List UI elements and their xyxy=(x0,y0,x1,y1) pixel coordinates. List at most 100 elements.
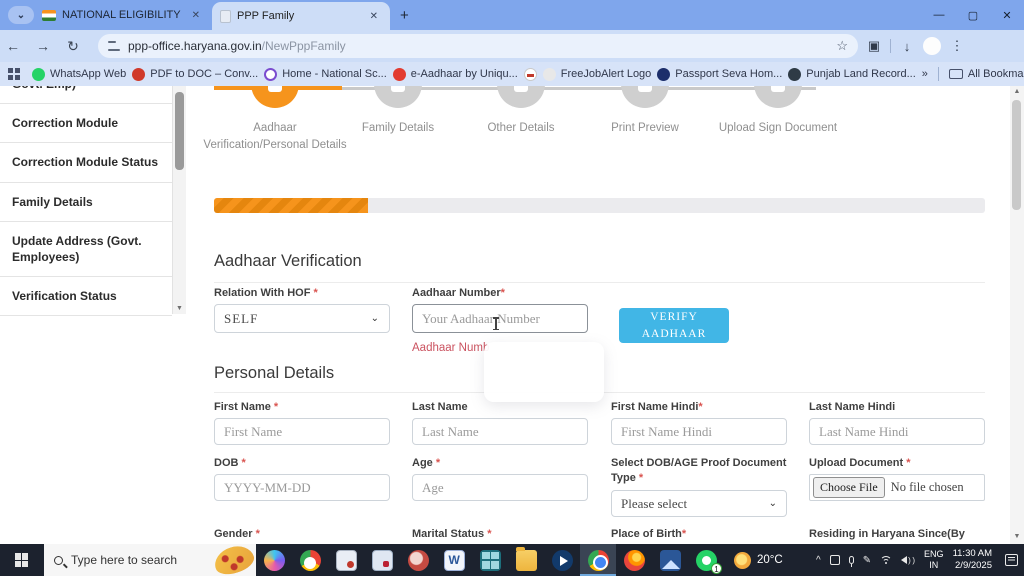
browser-tab-2-active[interactable]: PPP Family ✕ xyxy=(212,2,390,30)
folder-icon xyxy=(949,69,963,79)
taskbar-firefox[interactable] xyxy=(616,544,652,576)
pen-icon[interactable]: ✎ xyxy=(863,555,871,566)
volume-icon[interactable]: ) ) xyxy=(901,556,915,565)
bookmark-label: Home - National Sc... xyxy=(282,68,387,80)
tab-close-icon[interactable]: ✕ xyxy=(188,8,204,23)
taskbar-file-explorer[interactable] xyxy=(508,544,544,576)
windows-taskbar: Type here to search 1 20°C ^ ✎ ) ) ENG I… xyxy=(0,544,1024,576)
residing-haryana-label: Residing in Haryana Since(By xyxy=(809,527,1009,542)
bookmark-punjab-land[interactable]: Punjab Land Record... xyxy=(788,68,915,81)
tab-search-button[interactable]: ⌄ xyxy=(8,6,34,24)
age-input[interactable] xyxy=(412,474,588,501)
text-cursor-pointer xyxy=(495,317,497,330)
sidebar-item-family-details[interactable]: Family Details xyxy=(0,183,172,222)
taskbar-whatsapp[interactable]: 1 xyxy=(688,544,724,576)
virtual-desktop-icon[interactable] xyxy=(830,555,840,565)
language-indicator[interactable]: ENG IN xyxy=(924,549,944,571)
bookmark-eaadhaar[interactable]: e-Aadhaar by Uniqu... xyxy=(393,68,518,81)
taskbar-calculator[interactable] xyxy=(472,544,508,576)
doc-type-select[interactable]: Please select ⌄ xyxy=(611,490,787,517)
bookmark-label: Passport Seva Hom... xyxy=(675,68,782,80)
bookmark-freejobalert[interactable]: FreeJobAlert Logo xyxy=(543,68,652,81)
bookmark-passport-seva[interactable]: Passport Seva Hom... xyxy=(657,68,782,81)
scroll-up-icon[interactable]: ▲ xyxy=(1010,88,1024,95)
taskbar-window-app[interactable] xyxy=(364,544,400,576)
scholarship-icon xyxy=(264,68,277,81)
taskbar-paint[interactable] xyxy=(400,544,436,576)
bookmark-whatsapp[interactable]: WhatsApp Web xyxy=(32,68,126,81)
taskbar-word[interactable] xyxy=(436,544,472,576)
word-icon xyxy=(444,550,465,571)
sidebar-item-govt-emp[interactable]: Govt. Emp) xyxy=(0,86,172,104)
aadhaar-number-input[interactable] xyxy=(412,304,588,333)
start-button[interactable] xyxy=(0,544,44,576)
bookmarks-bar: WhatsApp Web PDF to DOC – Conv... Home -… xyxy=(0,62,1024,86)
all-bookmarks-button[interactable]: All Bookmarks xyxy=(949,68,1024,80)
taskbar-search[interactable]: Type here to search xyxy=(44,544,256,576)
close-button[interactable]: ✕ xyxy=(990,9,1024,22)
system-tray: ^ ✎ ) ) ENG IN 11:30 AM 2/9/2025 xyxy=(816,548,1024,572)
choose-file-button[interactable]: Choose File xyxy=(813,477,885,498)
microphone-icon[interactable] xyxy=(849,556,854,564)
taskbar-photos[interactable] xyxy=(652,544,688,576)
last-name-label: Last Name xyxy=(412,400,597,415)
reload-button[interactable]: ↻ xyxy=(60,38,86,55)
verify-aadhaar-button[interactable]: VERIFY AADHAAR xyxy=(619,308,729,343)
doc-type-label: Select DOB/AGE Proof Document Type * xyxy=(611,456,796,487)
new-tab-button[interactable]: + xyxy=(400,7,409,24)
tab-close-icon[interactable]: ✕ xyxy=(366,9,382,24)
step-upload-sign-document[interactable]: Upload Sign Document xyxy=(693,86,863,137)
forward-button[interactable]: → xyxy=(30,38,56,54)
first-name-hindi-input[interactable] xyxy=(611,418,787,445)
sidebar-scrollbar[interactable]: ▼ xyxy=(172,86,186,314)
address-bar[interactable]: ppp-office.haryana.gov.in/NewPppFamily ☆ xyxy=(98,34,858,58)
taskbar-chrome-active[interactable] xyxy=(580,544,616,576)
extensions-icon[interactable]: ▣ xyxy=(862,38,886,54)
search-placeholder: Type here to search xyxy=(71,553,177,567)
relation-with-hof-select[interactable]: SELF ⌄ xyxy=(214,304,390,333)
last-name-input[interactable] xyxy=(412,418,588,445)
page-scrollbar-thumb[interactable] xyxy=(1012,100,1021,210)
taskbar-media-player[interactable] xyxy=(544,544,580,576)
sidebar-item-verification-status[interactable]: Verification Status xyxy=(0,277,172,316)
marital-status-label: Marital Status * xyxy=(412,527,597,542)
minimize-button[interactable]: — xyxy=(922,9,956,21)
taskbar-chrome-pinned[interactable] xyxy=(292,544,328,576)
taskbar-weather[interactable]: 20°C xyxy=(724,552,793,569)
site-settings-icon[interactable] xyxy=(108,41,120,51)
taskbar-copilot[interactable] xyxy=(256,544,292,576)
profile-avatar[interactable] xyxy=(923,37,941,55)
apps-grid-icon[interactable] xyxy=(8,68,20,80)
sidebar-scrollbar-thumb[interactable] xyxy=(175,92,184,170)
page-scrollbar[interactable]: ▲ ▼ xyxy=(1010,86,1024,544)
taskbar-apps: 1 xyxy=(256,544,724,576)
sidebar-item-update-address[interactable]: Update Address (Govt. Employees) xyxy=(0,222,172,277)
bookmark-nsdl[interactable] xyxy=(524,68,537,81)
wifi-icon[interactable] xyxy=(880,556,892,565)
bookmark-label: WhatsApp Web xyxy=(50,68,126,80)
hidden-icons-chevron[interactable]: ^ xyxy=(816,555,821,566)
bookmarks-overflow-chevron[interactable]: » xyxy=(922,68,928,80)
bookmark-star-icon[interactable]: ☆ xyxy=(836,38,848,54)
step-circle xyxy=(374,86,422,108)
scroll-down-icon[interactable]: ▼ xyxy=(1010,533,1024,540)
bookmark-pdf-to-doc[interactable]: PDF to DOC – Conv... xyxy=(132,68,258,81)
media-player-icon xyxy=(552,550,573,571)
taskbar-snip-tool[interactable] xyxy=(328,544,364,576)
maximize-button[interactable]: ▢ xyxy=(956,9,990,22)
scroll-down-icon[interactable]: ▼ xyxy=(173,305,186,312)
menu-kebab-icon[interactable]: ⋮ xyxy=(945,38,969,54)
taskbar-clock[interactable]: 11:30 AM 2/9/2025 xyxy=(953,548,992,572)
temperature-text: 20°C xyxy=(757,554,783,566)
dob-input[interactable] xyxy=(214,474,390,501)
browser-tab-1[interactable]: NATIONAL ELIGIBILITY CUM EN ✕ xyxy=(34,1,212,29)
bookmark-national-scholarship[interactable]: Home - National Sc... xyxy=(264,68,387,81)
sidebar-item-correction-module[interactable]: Correction Module xyxy=(0,104,172,143)
downloads-icon[interactable]: ↓ xyxy=(895,39,919,54)
sidebar-item-correction-module-status[interactable]: Correction Module Status xyxy=(0,143,172,182)
news-weather-pizza-icon[interactable] xyxy=(211,541,257,576)
first-name-input[interactable] xyxy=(214,418,390,445)
action-center-icon[interactable] xyxy=(1005,554,1018,566)
back-button[interactable]: ← xyxy=(0,38,26,54)
last-name-hindi-input[interactable] xyxy=(809,418,985,445)
